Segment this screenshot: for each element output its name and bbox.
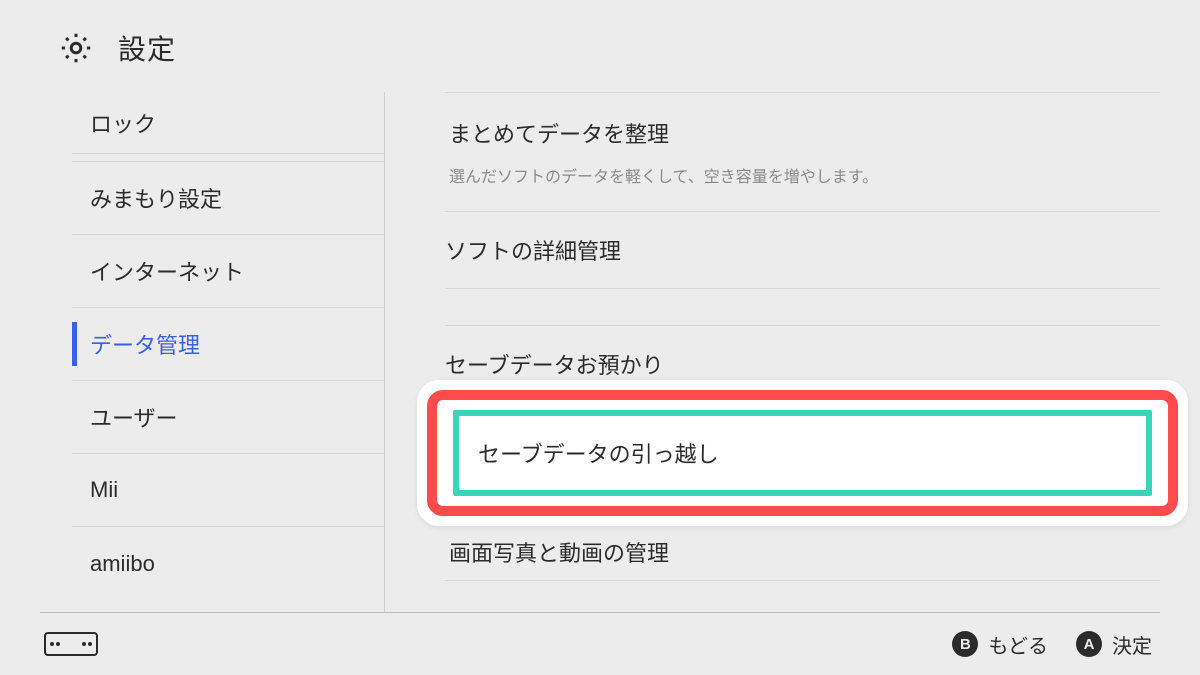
row-title: まとめてデータを整理 (449, 117, 1160, 149)
sidebar-item-label: amiibo (90, 551, 155, 577)
hint-label: もどる (988, 630, 1048, 659)
sidebar-item-parental[interactable]: みまもり設定 (72, 162, 385, 235)
sidebar-item-internet[interactable]: インターネット (72, 235, 385, 308)
main-area: ロック みまもり設定 インターネット データ管理 ユーザー Mii amiibo… (0, 92, 1200, 612)
row-screenshots-videos[interactable]: 画面写真と動画の管理 (445, 518, 1160, 581)
sidebar-item-amiibo[interactable]: amiibo (72, 527, 385, 600)
sidebar-item-users[interactable]: ユーザー (72, 381, 385, 454)
hint-ok[interactable]: A 決定 (1076, 630, 1152, 659)
footer-bar: B もどる A 決定 (0, 613, 1200, 675)
sidebar-item-label: ユーザー (90, 401, 178, 433)
row-title: 画面写真と動画の管理 (449, 541, 669, 566)
sidebar-gap (72, 154, 385, 162)
row-title: セーブデータの引っ越し (478, 442, 719, 467)
row-organize-data[interactable]: まとめてデータを整理 選んだソフトのデータを軽くして、空き容量を増やします。 (445, 92, 1160, 212)
row-software-detail[interactable]: ソフトの詳細管理 (445, 212, 1160, 289)
page-title: 設定 (118, 28, 176, 68)
header: 設定 (0, 0, 1200, 92)
sidebar-item-label: Mii (90, 477, 118, 503)
controller-icon[interactable] (44, 632, 98, 656)
row-description: 選んだソフトのデータを軽くして、空き容量を増やします。 (449, 163, 1160, 187)
sidebar-item-lock[interactable]: ロック (72, 92, 385, 154)
settings-gear-icon (58, 30, 94, 66)
settings-sidebar: ロック みまもり設定 インターネット データ管理 ユーザー Mii amiibo (0, 92, 385, 612)
sidebar-item-data-management[interactable]: データ管理 (72, 308, 385, 381)
sidebar-item-label: インターネット (90, 255, 244, 287)
row-title: セーブデータお預かり (445, 348, 1160, 380)
row-save-data-cloud[interactable]: セーブデータお預かり (445, 325, 1160, 386)
hint-back[interactable]: B もどる (952, 630, 1048, 659)
row-transfer-save-data[interactable]: セーブデータの引っ越し (453, 410, 1152, 496)
hint-label: 決定 (1112, 630, 1152, 659)
b-button-icon: B (952, 631, 978, 657)
sidebar-item-label: ロック (90, 107, 156, 139)
sidebar-item-mii[interactable]: Mii (72, 454, 385, 527)
sidebar-item-label: データ管理 (90, 328, 200, 360)
sidebar-item-label: みまもり設定 (90, 182, 222, 214)
a-button-icon: A (1076, 631, 1102, 657)
content-panel: まとめてデータを整理 選んだソフトのデータを軽くして、空き容量を増やします。 ソ… (385, 92, 1200, 612)
row-title: ソフトの詳細管理 (445, 234, 1160, 266)
highlight-callout: セーブデータの引っ越し (417, 380, 1188, 526)
